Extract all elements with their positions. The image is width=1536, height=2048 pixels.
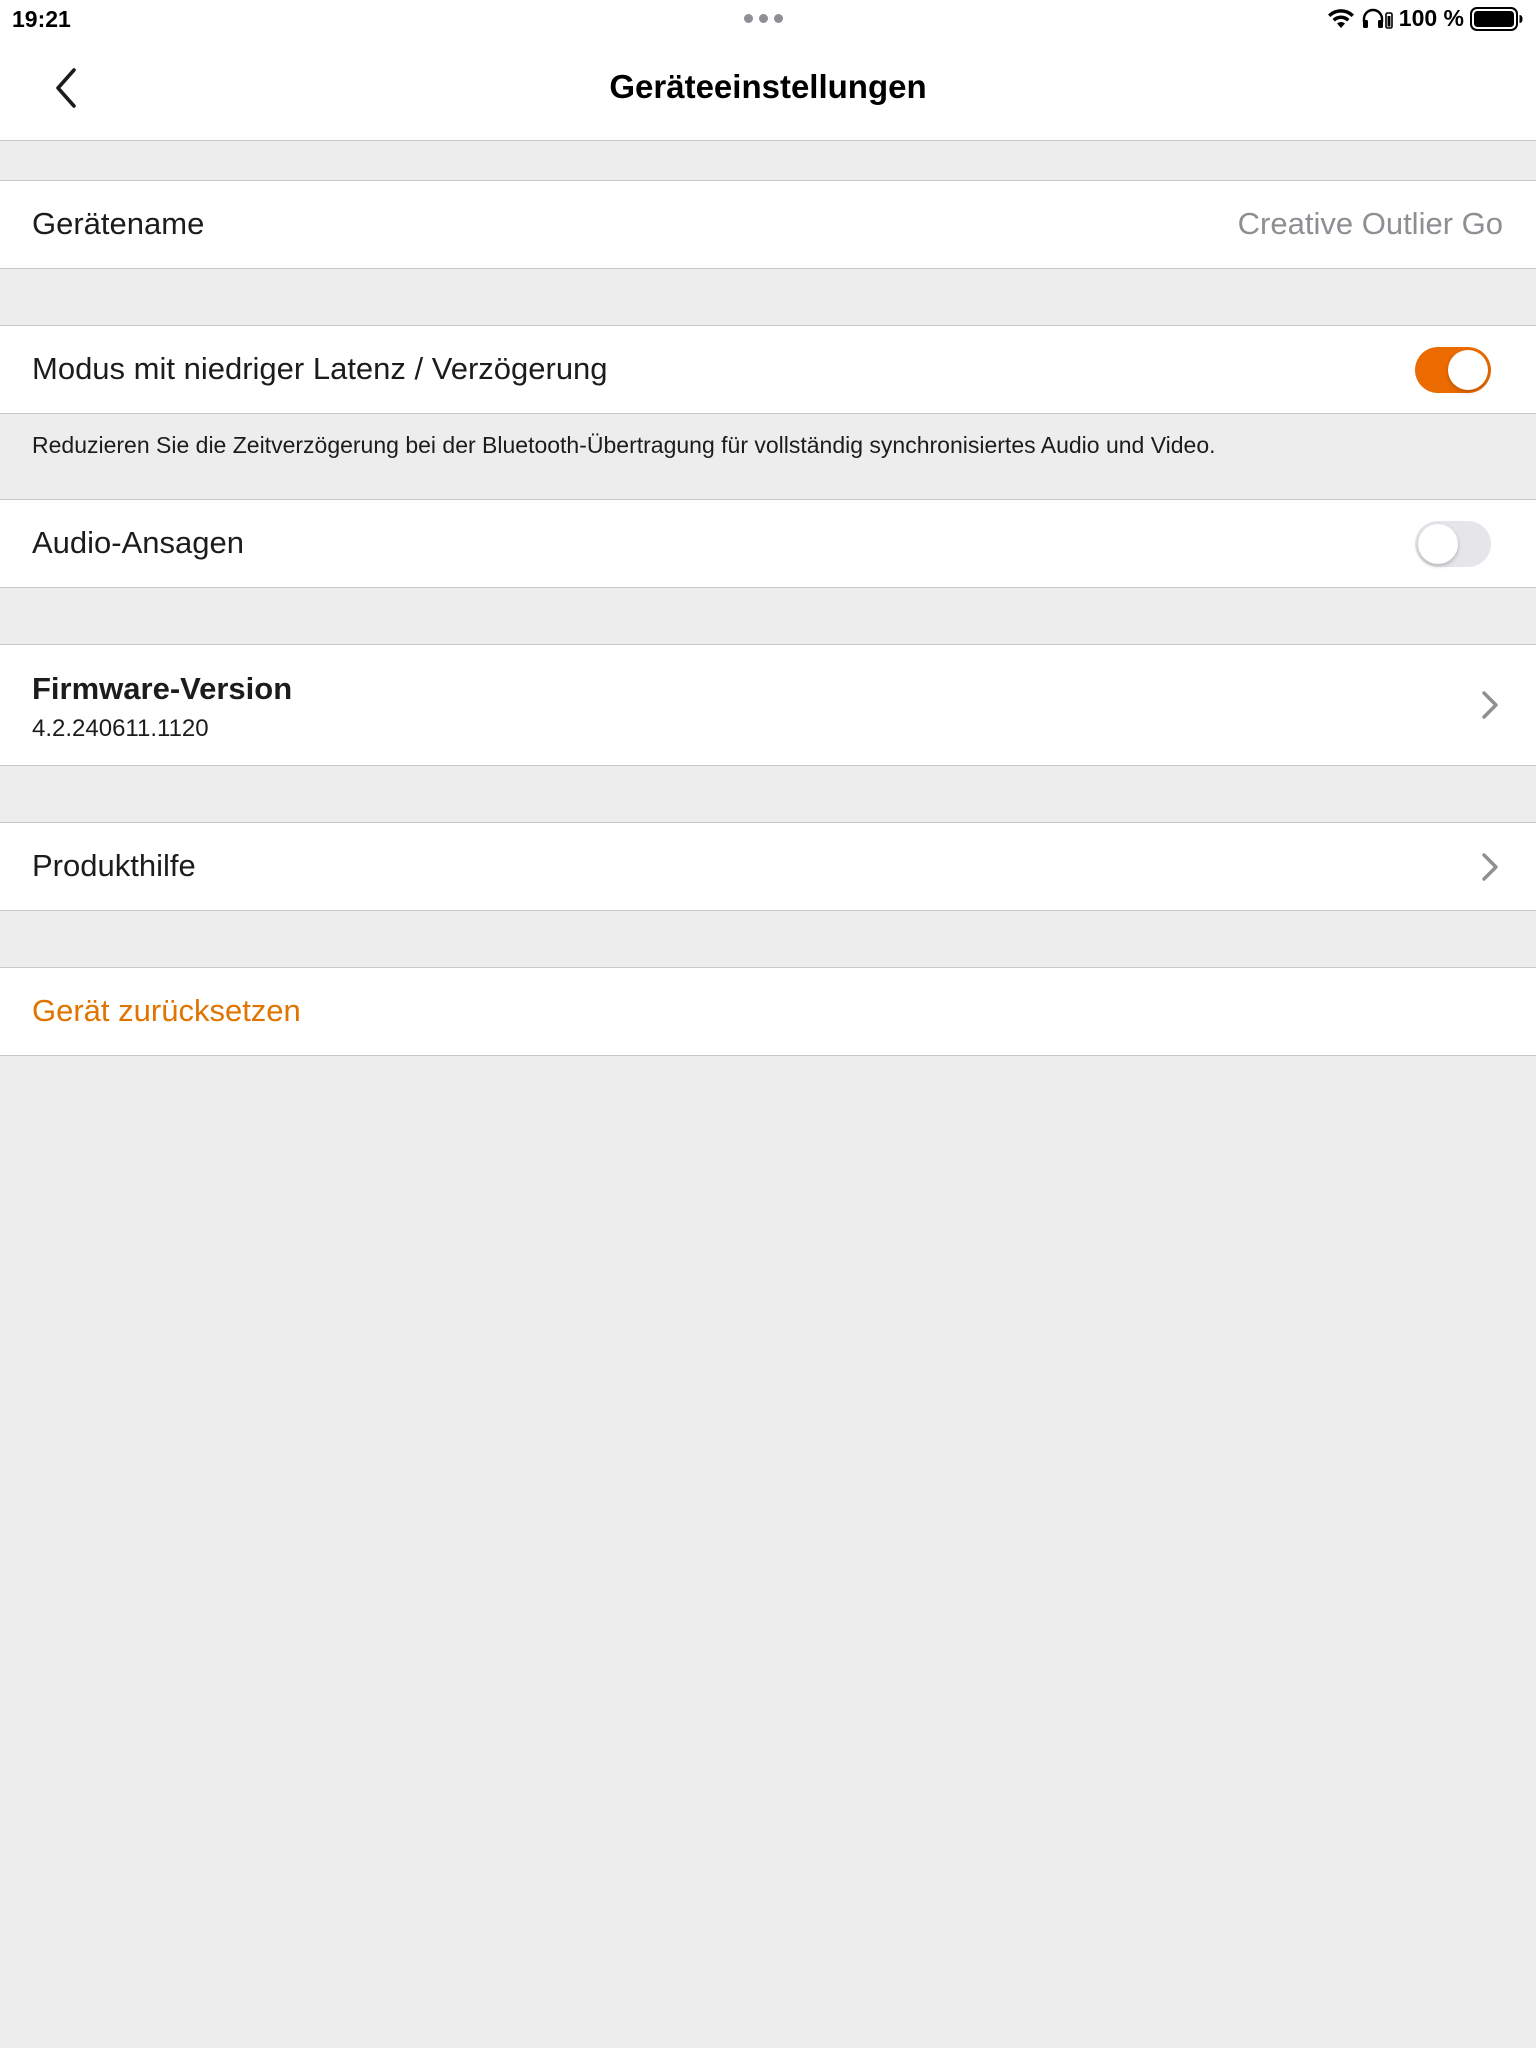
status-time: 19:21 xyxy=(12,6,71,32)
device-name-value: Creative Outlier Go xyxy=(1237,206,1503,241)
audio-announcements-label: Audio-Ansagen xyxy=(32,525,244,560)
page-title: Geräteeinstellungen xyxy=(609,68,927,105)
status-indicators: 100 % xyxy=(1327,5,1524,32)
firmware-version-label: Firmware-Version xyxy=(32,671,293,706)
device-name-label: Gerätename xyxy=(32,206,205,241)
low-latency-description: Reduzieren Sie die Zeitverzögerung bei d… xyxy=(32,432,1216,458)
navigation-bar: Geräteeinstellungen xyxy=(0,40,1536,141)
headphones-icon xyxy=(1362,8,1393,29)
multitasking-dots-icon[interactable] xyxy=(744,14,783,23)
chevron-right-icon xyxy=(1482,853,1498,881)
battery-icon xyxy=(1470,6,1523,31)
low-latency-row: Modus mit niedriger Latenz / Verzögerung xyxy=(0,325,1536,414)
wifi-icon xyxy=(1327,8,1354,28)
product-help-label: Produkthilfe xyxy=(32,848,196,883)
toggle-knob xyxy=(1418,524,1458,564)
device-name-row[interactable]: Gerätename Creative Outlier Go xyxy=(0,180,1536,269)
reset-device-button[interactable]: Gerät zurücksetzen xyxy=(32,993,301,1029)
battery-percentage: 100 % xyxy=(1398,5,1464,31)
audio-announcements-toggle[interactable] xyxy=(1415,521,1491,567)
low-latency-toggle[interactable] xyxy=(1415,347,1491,393)
reset-device-row[interactable]: Gerät zurücksetzen xyxy=(0,967,1536,1056)
chevron-right-icon xyxy=(1482,691,1498,719)
low-latency-label: Modus mit niedriger Latenz / Verzögerung xyxy=(32,351,608,386)
status-bar: 19:21 100 % xyxy=(0,0,1536,40)
product-help-row[interactable]: Produkthilfe xyxy=(0,822,1536,911)
audio-announcements-row: Audio-Ansagen xyxy=(0,499,1536,588)
firmware-version-value: 4.2.240611.1120 xyxy=(32,715,209,742)
firmware-version-row[interactable]: Firmware-Version 4.2.240611.1120 xyxy=(0,644,1536,766)
toggle-knob xyxy=(1448,350,1488,390)
